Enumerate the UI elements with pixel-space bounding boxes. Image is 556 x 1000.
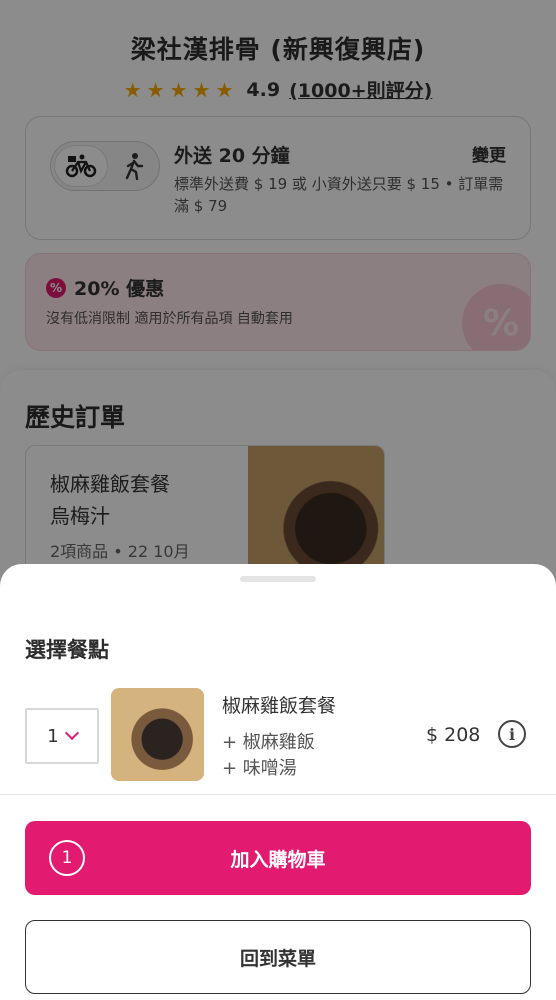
item-addons: + 椒麻雞飯 + 味噌湯	[222, 730, 315, 782]
addon-item: + 味噌湯	[222, 758, 297, 779]
reorder-bottom-sheet: 選擇餐點 1 椒麻雞飯套餐 + 椒麻雞飯 + 味噌湯 $ 208 i 1 加入購…	[0, 564, 556, 1000]
quantity-value: 1	[47, 725, 59, 747]
back-to-menu-label: 回到菜單	[239, 947, 316, 970]
sheet-title: 選擇餐點	[25, 638, 109, 662]
back-to-menu-button[interactable]: 回到菜單	[25, 920, 531, 994]
add-to-cart-label: 加入購物車	[230, 848, 326, 871]
info-icon[interactable]: i	[498, 720, 526, 748]
addon-item: + 椒麻雞飯	[222, 732, 315, 753]
item-price: $ 208	[426, 724, 481, 746]
cart-count-badge: 1	[49, 840, 85, 876]
add-to-cart-button[interactable]: 1 加入購物車	[25, 821, 531, 895]
divider	[0, 794, 556, 795]
food-photo	[111, 688, 204, 781]
chevron-down-icon	[64, 725, 79, 741]
sheet-drag-handle[interactable]	[240, 576, 316, 582]
item-name: 椒麻雞飯套餐	[222, 695, 337, 717]
quantity-select[interactable]: 1	[25, 708, 99, 764]
